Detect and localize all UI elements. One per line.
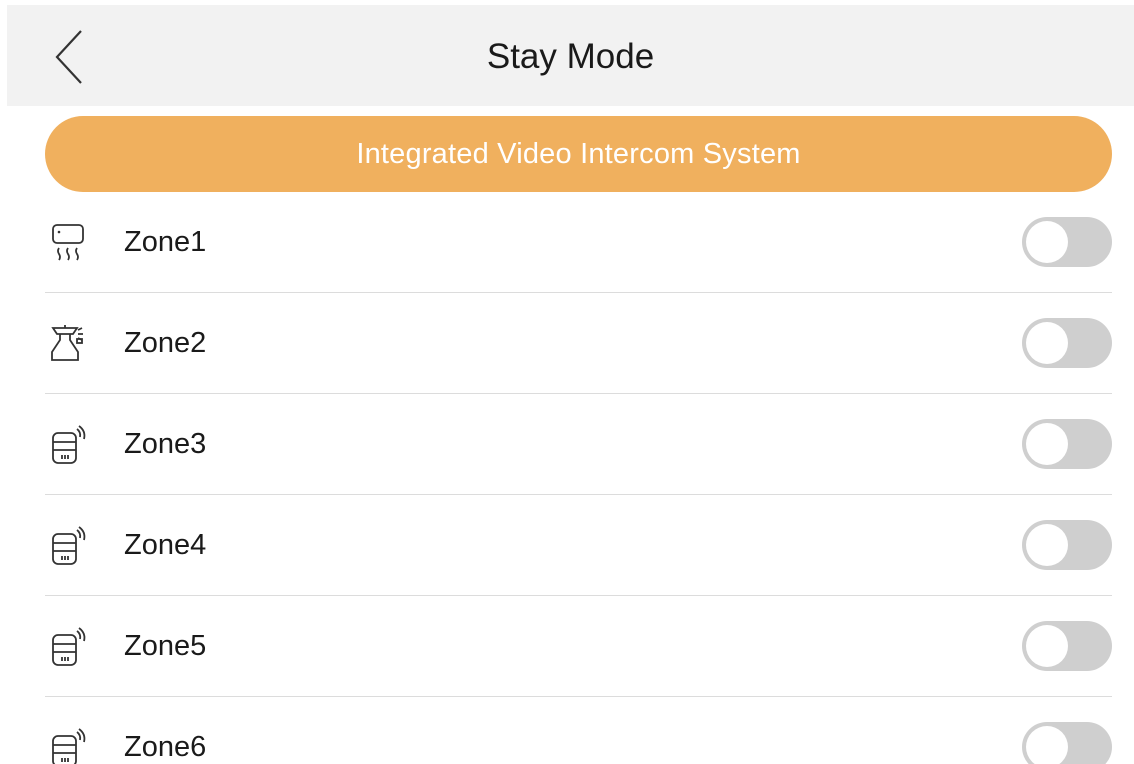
zone-list: Zone1 Zone2 Zone3 Zone4 Zone5 Zone6	[45, 192, 1112, 764]
wireless-detector-icon	[48, 425, 88, 465]
heat-detector-icon	[48, 223, 88, 263]
toggle-knob	[1026, 322, 1068, 364]
zone-row-6: Zone6	[45, 697, 1112, 764]
zone-toggle[interactable]	[1022, 217, 1112, 267]
system-banner: Integrated Video Intercom System	[45, 116, 1112, 192]
zone-row-1: Zone1	[45, 192, 1112, 293]
toggle-knob	[1026, 524, 1068, 566]
toggle-knob	[1026, 221, 1068, 263]
zone-label: Zone3	[124, 428, 207, 460]
stay-mode-screen: Stay Mode Integrated Video Intercom Syst…	[0, 0, 1134, 764]
zone-row-2: Zone2	[45, 293, 1112, 394]
zone-toggle[interactable]	[1022, 419, 1112, 469]
zone-label: Zone2	[124, 327, 207, 359]
zone-toggle[interactable]	[1022, 520, 1112, 570]
zone-toggle[interactable]	[1022, 722, 1112, 764]
toggle-knob	[1026, 423, 1068, 465]
zone-row-4: Zone4	[45, 495, 1112, 596]
wireless-detector-icon	[48, 627, 88, 667]
zone-row-5: Zone5	[45, 596, 1112, 697]
zone-toggle[interactable]	[1022, 318, 1112, 368]
page-title: Stay Mode	[486, 37, 655, 76]
zone-label: Zone4	[124, 529, 207, 561]
zone-row-3: Zone3	[45, 394, 1112, 495]
zone-label: Zone5	[124, 630, 207, 662]
header-bar: Stay Mode	[7, 5, 1134, 106]
wireless-detector-icon	[48, 526, 88, 566]
toggle-knob	[1026, 625, 1068, 667]
smoke-detector-icon	[48, 324, 88, 364]
zone-label: Zone6	[124, 731, 207, 763]
wireless-detector-icon	[48, 728, 88, 764]
zone-label: Zone1	[124, 226, 207, 258]
zone-toggle[interactable]	[1022, 621, 1112, 671]
toggle-knob	[1026, 726, 1068, 764]
